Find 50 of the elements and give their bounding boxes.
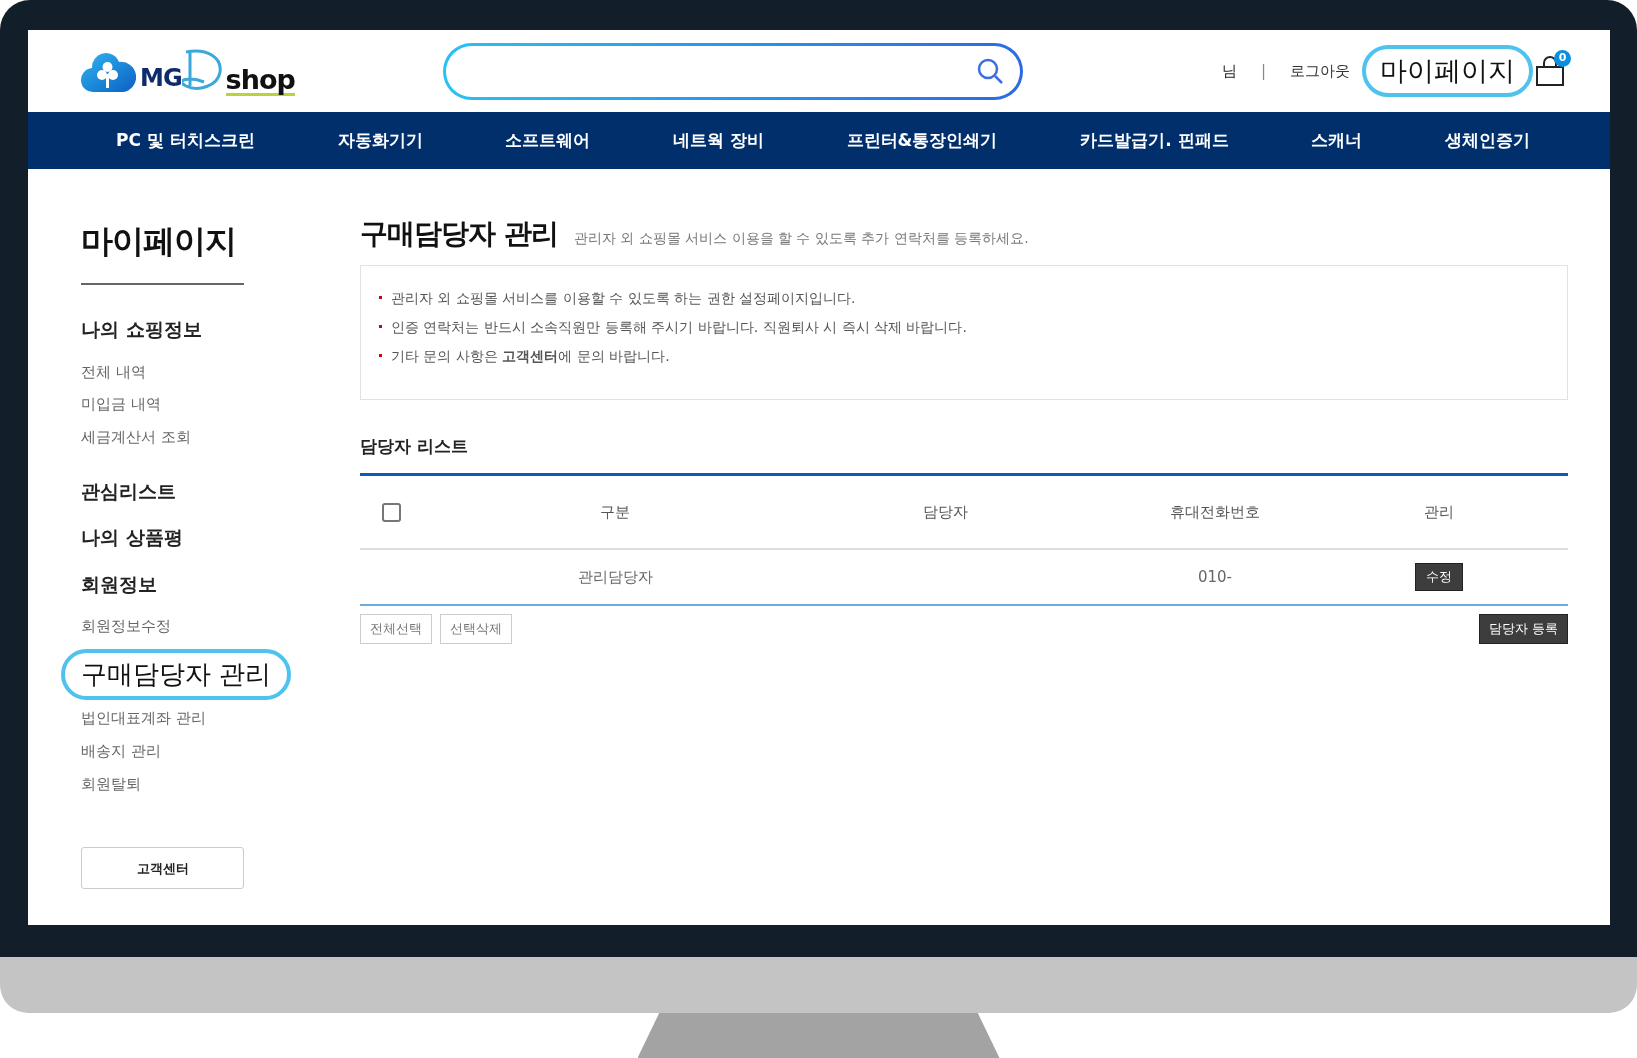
sidebar-heading[interactable]: 관심리스트 xyxy=(81,476,244,506)
column-header: 구분 xyxy=(599,501,631,523)
logo[interactable]: MG shop xyxy=(80,46,295,96)
sidebar-item[interactable]: 법인대표계좌 관리 xyxy=(81,708,244,730)
table-action-button[interactable]: 선택삭제 xyxy=(440,614,512,644)
logout-link[interactable]: 로그아웃 xyxy=(1290,59,1350,83)
sidebar-item[interactable]: 미입금 내역 xyxy=(81,394,244,416)
bullet-icon xyxy=(379,295,382,299)
nav-item[interactable]: 소프트웨어 xyxy=(505,127,591,154)
nav-item[interactable]: 네트웍 장비 xyxy=(672,127,764,154)
sidebar-item-callout[interactable]: 구매담당자 관리 xyxy=(61,649,292,700)
nav-item[interactable]: 스캐너 xyxy=(1311,127,1363,154)
mypage-callout[interactable]: 마이페이지 xyxy=(1362,45,1533,97)
search-icon[interactable] xyxy=(975,57,1004,85)
list-title: 담당자 리스트 xyxy=(360,433,1568,477)
nav-item[interactable]: 카드발급기. 핀패드 xyxy=(1080,127,1229,154)
sidebar-item[interactable]: 회원탈퇴 xyxy=(81,773,244,796)
notice-text: 인증 연락처는 반드시 소속직원만 등록해 주시기 바랍니다. 직원퇴사 시 즉시 삭제 바랍니다. xyxy=(391,317,967,337)
bullet-icon xyxy=(379,353,382,357)
sidebar-heading[interactable]: 나의 쇼핑정보 xyxy=(81,315,244,344)
edit-button[interactable]: 수정 xyxy=(1415,563,1463,591)
notice-text: 관리자 외 쇼핑몰 서비스를 이용할 수 있도록 하는 권한 설정페이지입니다. xyxy=(391,288,856,308)
add-contact-button[interactable]: 담당자 등록 xyxy=(1478,614,1568,644)
sidebar-item[interactable]: 배송지 관리 xyxy=(81,740,244,763)
sidebar-heading[interactable]: 회원정보 xyxy=(81,569,244,599)
page-title: 구매담당자 관리 xyxy=(360,217,558,251)
column-header: 담당자 xyxy=(921,501,969,523)
sidebar-item[interactable]: 전체 내역 xyxy=(81,361,244,384)
sidebar-title: 마이페이지 xyxy=(81,217,244,285)
user-name-suffix: 님 xyxy=(1221,60,1237,82)
sidebar-heading[interactable]: 나의 상품평 xyxy=(81,523,244,552)
sidebar-item[interactable]: 세금계산서 조회 xyxy=(81,427,244,449)
table-cell-text: 관리담당자 xyxy=(576,566,654,588)
bullet-icon xyxy=(379,324,382,328)
customer-center-button[interactable]: 고객센터 xyxy=(81,847,244,890)
column-header: 관리 xyxy=(1423,501,1455,523)
select-all-checkbox[interactable] xyxy=(382,502,401,522)
shopping-bag-icon[interactable] xyxy=(1535,55,1565,87)
column-header: 휴대전화번호 xyxy=(1169,501,1261,523)
sidebar-item[interactable]: 회원정보수정 xyxy=(81,616,244,638)
nav-item[interactable]: 생체인증기 xyxy=(1444,127,1530,154)
table-action-button[interactable]: 전체선택 xyxy=(360,614,432,644)
separator: | xyxy=(1260,60,1266,82)
table-cell-text: 010- xyxy=(1196,566,1233,588)
nav-item[interactable]: 프린터&통장인쇄기 xyxy=(846,127,998,154)
nav-item[interactable]: 자동화기기 xyxy=(337,127,423,154)
nav-item[interactable]: PC 및 터치스크린 xyxy=(116,127,255,154)
page-subtitle: 관리자 외 쇼핑몰 서비스 이용을 할 수 있도록 추가 연락처를 등록하세요. xyxy=(573,229,1029,248)
notice-text: 기타 문의 사항은 고객센터에 문의 바랍니다. xyxy=(391,346,670,366)
cart-count-badge: 0 xyxy=(1554,50,1571,67)
